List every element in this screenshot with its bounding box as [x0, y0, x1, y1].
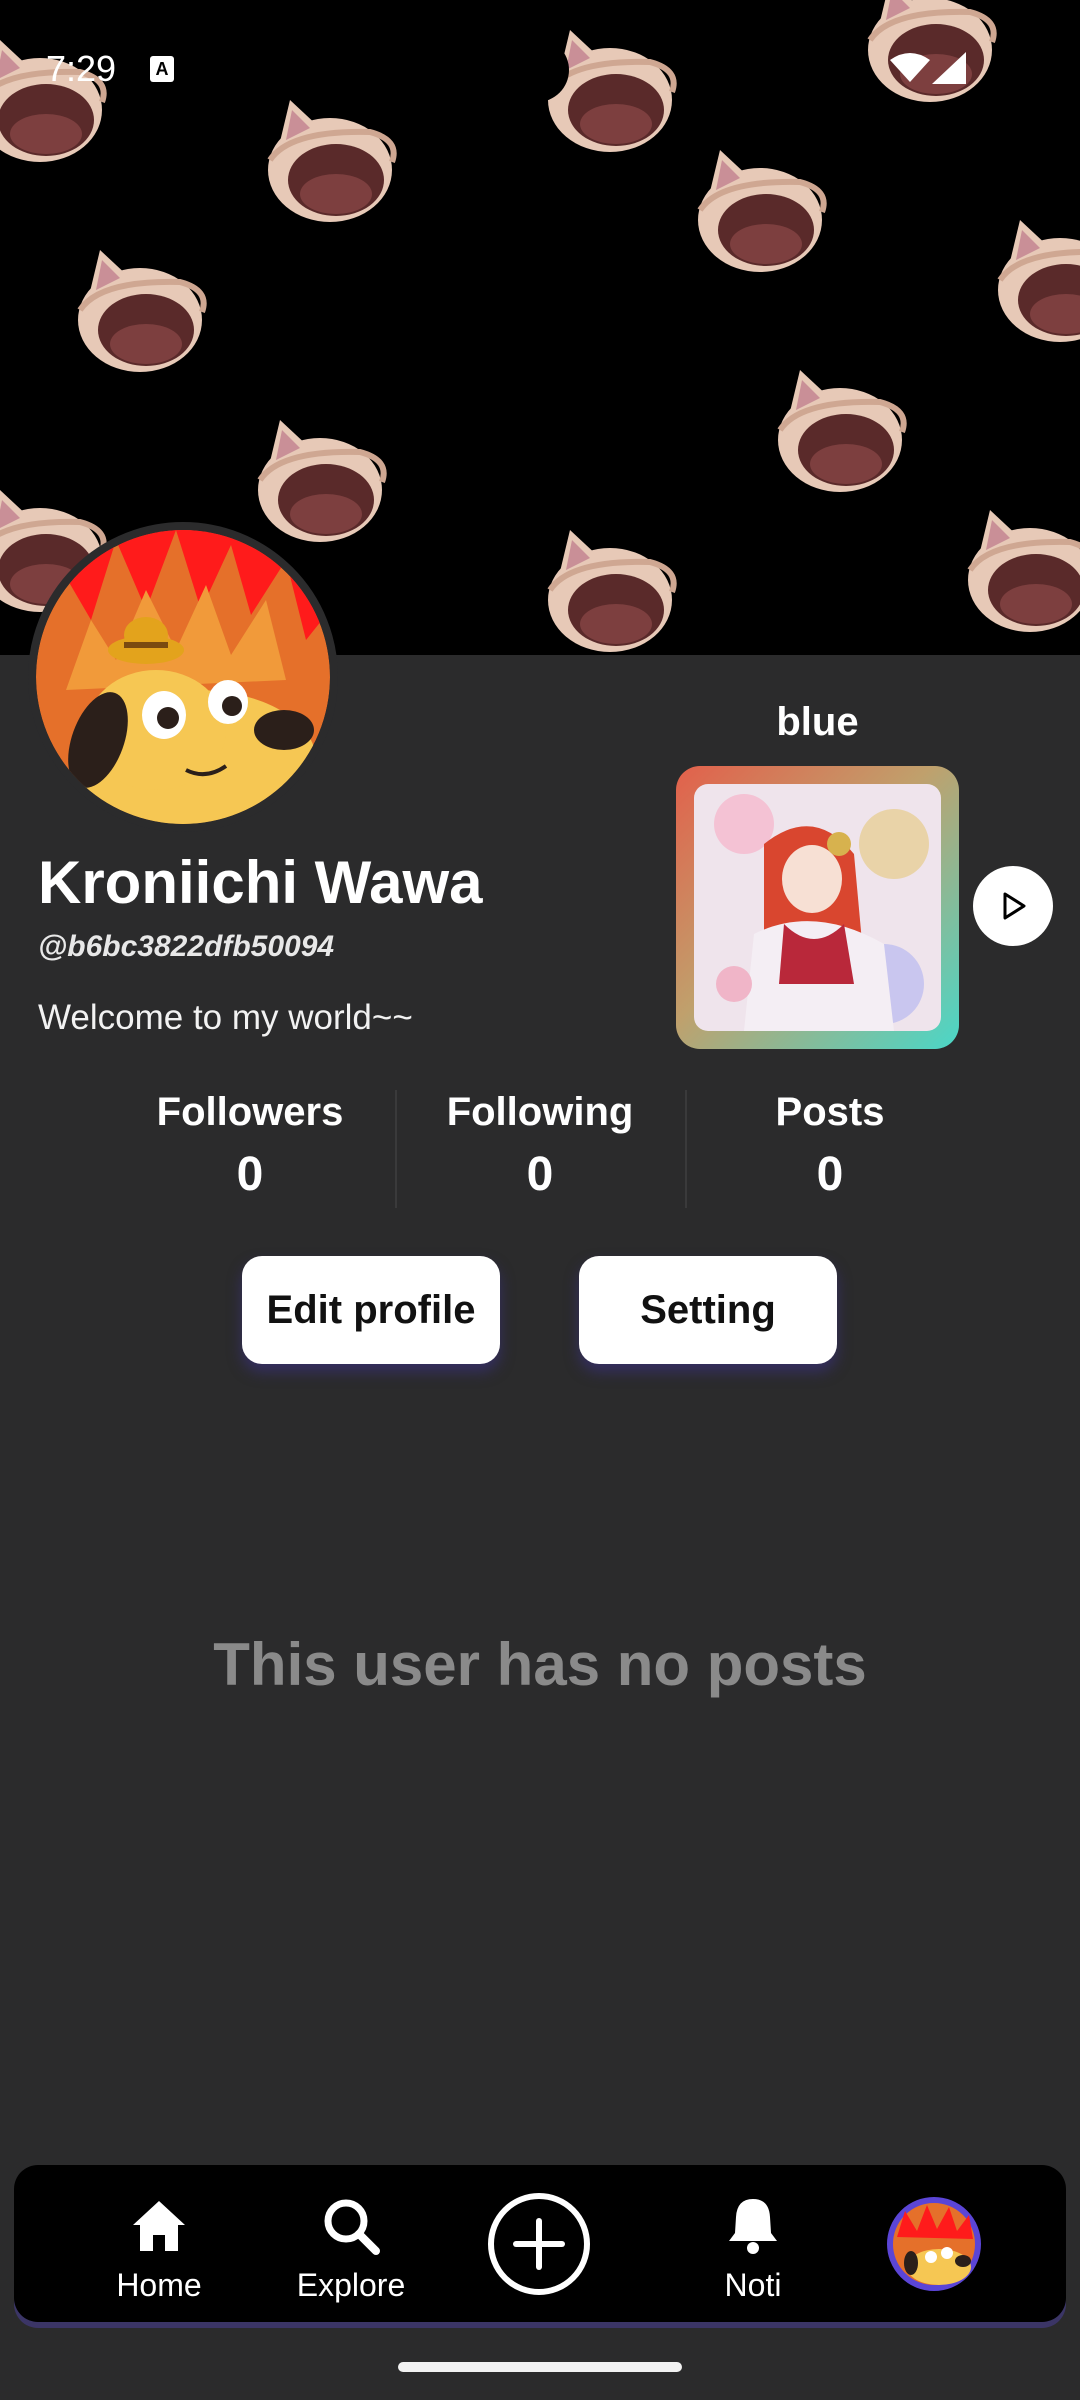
nav-label: Explore: [296, 2267, 406, 2303]
bottom-nav: Home Explore Noti: [14, 2165, 1066, 2322]
stat-following[interactable]: Following 0: [395, 1080, 685, 1210]
music-cover[interactable]: [676, 766, 959, 1049]
dog-avatar-image: [36, 530, 330, 824]
profile-avatar-icon: [887, 2197, 981, 2291]
anime-artwork-image: [694, 784, 941, 1031]
home-icon: [133, 2201, 185, 2251]
nav-label: Noti: [724, 2267, 782, 2303]
wifi-icon: [890, 53, 930, 82]
status-bar: 7:29 A: [0, 0, 1080, 130]
play-button[interactable]: [973, 866, 1053, 946]
nav-noti[interactable]: Noti: [678, 2165, 828, 2322]
profile-handle: @b6bc3822dfb50094: [38, 930, 335, 963]
stat-followers[interactable]: Followers 0: [105, 1080, 395, 1210]
profile-name: Kroniichi Wawa: [38, 849, 483, 916]
nav-explore[interactable]: Explore: [276, 2165, 426, 2322]
keyboard-indicator-icon: A: [150, 56, 174, 82]
stat-posts[interactable]: Posts 0: [685, 1080, 975, 1210]
stat-label: Posts: [775, 1090, 885, 1134]
status-time: 7:29: [46, 48, 117, 89]
nav-home[interactable]: Home: [84, 2165, 234, 2322]
nav-label: Home: [116, 2267, 202, 2303]
nav-profile[interactable]: [884, 2165, 984, 2322]
front-camera: [505, 38, 569, 102]
edit-profile-button[interactable]: Edit profile: [242, 1256, 500, 1364]
profile-bio: Welcome to my world~~: [38, 998, 413, 1037]
signal-icon: [932, 52, 966, 84]
setting-button[interactable]: Setting: [579, 1256, 837, 1364]
play-icon: [1003, 892, 1026, 920]
search-icon: [324, 2199, 380, 2255]
profile-avatar[interactable]: [28, 522, 338, 832]
nav-create[interactable]: [484, 2165, 594, 2322]
bell-icon: [729, 2199, 777, 2254]
empty-posts-message: This user has no posts: [213, 1631, 867, 1698]
stat-label: Followers: [156, 1090, 344, 1134]
profile-stats: Followers 0 Following 0 Posts 0: [105, 1080, 975, 1210]
home-indicator[interactable]: [398, 2362, 682, 2372]
stat-value: 0: [816, 1148, 844, 1201]
stat-value: 0: [236, 1148, 264, 1201]
stat-label: Following: [446, 1090, 634, 1134]
plus-circle-icon: [488, 2193, 590, 2295]
music-title: blue: [776, 700, 859, 744]
stat-value: 0: [526, 1148, 554, 1201]
